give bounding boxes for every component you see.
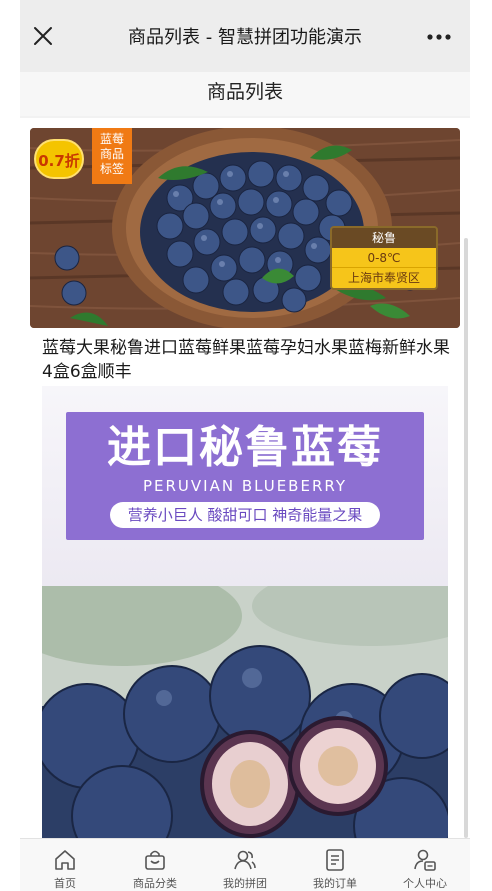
list-header: 商品列表 — [20, 72, 470, 116]
mobile-webview: 商品列表 - 智慧拼团功能演示 商品列表 0.7折 蓝莓 商品 标签 秘鲁 0-… — [20, 0, 470, 891]
product-list: 0.7折 蓝莓 商品 标签 秘鲁 0-8℃ 上海市奉贤区 蓝莓大果秘鲁进口蓝莓鲜… — [20, 118, 470, 838]
tab-label: 我的拼团 — [223, 877, 267, 890]
origin-info-box: 秘鲁 0-8℃ 上海市奉贤区 — [330, 226, 438, 290]
order-list-icon — [326, 849, 344, 871]
page-title: 商品列表 - 智慧拼团功能演示 — [128, 27, 362, 48]
tab-category[interactable]: 商品分类 — [110, 839, 200, 891]
product-main-image[interactable]: 0.7折 蓝莓 商品 标签 秘鲁 0-8℃ 上海市奉贤区 — [30, 128, 460, 328]
promo-headline: 进口秘鲁蓝莓 — [107, 422, 383, 473]
promo-slogan: 营养小巨人 酸甜可口 神奇能量之果 — [110, 502, 380, 528]
tab-label: 首页 — [54, 877, 76, 890]
product-tag-ribbon: 蓝莓 商品 标签 — [92, 128, 132, 184]
blueberry-closeup-photo — [42, 586, 448, 838]
shopping-basket-icon — [145, 850, 165, 870]
more-icon[interactable] — [426, 33, 452, 41]
tag-line: 商品 — [99, 147, 124, 161]
product-detail-image[interactable]: 进口秘鲁蓝莓 PERUVIAN BLUEBERRY 营养小巨人 酸甜可口 神奇能… — [42, 386, 448, 838]
user-center-icon — [414, 849, 436, 871]
promo-banner: 进口秘鲁蓝莓 PERUVIAN BLUEBERRY 营养小巨人 酸甜可口 神奇能… — [66, 412, 424, 540]
group-users-icon — [234, 850, 256, 870]
bottom-tab-bar: 首页 商品分类 我的拼团 我的订单 个人中心 — [20, 838, 470, 891]
origin-country: 秘鲁 — [332, 228, 436, 248]
tab-label: 我的订单 — [313, 877, 357, 890]
close-icon[interactable] — [32, 25, 54, 47]
promo-english-title: PERUVIAN BLUEBERRY — [142, 477, 348, 495]
warehouse-location: 上海市奉贤区 — [332, 268, 436, 288]
tag-line: 标签 — [99, 162, 124, 176]
tab-my-group[interactable]: 我的拼团 — [200, 839, 290, 891]
promo-banner-area: 进口秘鲁蓝莓 PERUVIAN BLUEBERRY 营养小巨人 酸甜可口 神奇能… — [42, 386, 448, 586]
tab-home[interactable]: 首页 — [20, 839, 110, 891]
scrollbar[interactable] — [464, 238, 468, 838]
tag-line: 蓝莓 — [99, 132, 124, 146]
tab-user-center[interactable]: 个人中心 — [380, 839, 470, 891]
tab-label: 个人中心 — [403, 877, 447, 890]
product-title[interactable]: 蓝莓大果秘鲁进口蓝莓鲜果蓝莓孕妇水果蓝梅新鲜水果4盒6盒顺丰 — [42, 336, 452, 384]
tab-label: 商品分类 — [133, 877, 177, 890]
discount-badge: 0.7折 — [34, 139, 84, 179]
title-bar: 商品列表 - 智慧拼团功能演示 — [20, 0, 470, 72]
home-icon — [55, 850, 75, 870]
tab-my-orders[interactable]: 我的订单 — [290, 839, 380, 891]
storage-temperature: 0-8℃ — [332, 248, 436, 268]
